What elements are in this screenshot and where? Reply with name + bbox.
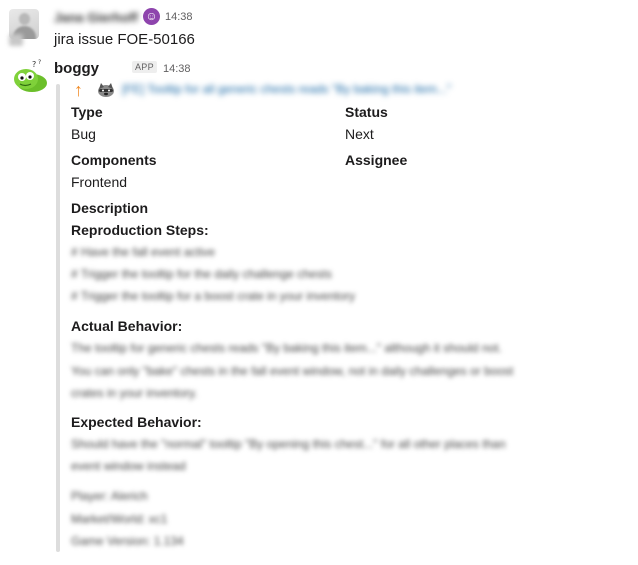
attachment-bar — [56, 84, 60, 552]
meta-line: Game Version: 1.134 — [71, 534, 184, 548]
actual-behavior-line: crates in your inventory. — [71, 386, 198, 400]
priority-up-arrow-icon: ↑ — [74, 80, 83, 100]
svg-text:?: ? — [38, 59, 41, 66]
components-label: Components — [71, 152, 157, 168]
type-label: Type — [71, 104, 103, 120]
reproduction-step: # Trigger the tooltip for the daily chal… — [71, 267, 332, 281]
description-label: Description — [71, 200, 149, 216]
message-prefix-icons — [9, 33, 47, 47]
sender-name[interactable]: Jana Gierhoff — [54, 10, 138, 25]
actual-behavior-line: The tooltip for generic chests reads "By… — [71, 341, 502, 355]
message-text: jira issue FOE-50166 — [54, 31, 195, 48]
reproduction-step: # Trigger the tooltip for a boost crate … — [71, 289, 356, 303]
devil-emoji-icon: ☺ — [143, 8, 160, 25]
raccoon-icon — [98, 83, 114, 97]
meta-line: Player: Alerich — [71, 489, 148, 503]
status-label: Status — [345, 104, 388, 120]
reproduction-step: # Have the fall event active — [71, 245, 216, 259]
expected-behavior-label: Expected Behavior: — [71, 414, 202, 430]
message-jana: Jana Gierhoff ☺ 14:38 jira issue FOE-501… — [0, 0, 638, 52]
bug-avatar-icon[interactable]: ? ? — [10, 59, 48, 93]
timestamp[interactable]: 14:38 — [165, 11, 193, 23]
assignee-label: Assignee — [345, 152, 408, 168]
actual-behavior-label: Actual Behavior: — [71, 318, 183, 334]
timestamp[interactable]: 14:38 — [163, 63, 191, 75]
expected-behavior-line: Should have the "normal" tooltip "By ope… — [71, 437, 506, 451]
components-value: Frontend — [71, 174, 128, 190]
reproduction-label: Reproduction Steps: — [71, 222, 209, 238]
app-badge: APP — [132, 61, 157, 73]
issue-title-link[interactable]: [FE] Tooltip for all generic chests read… — [122, 82, 451, 96]
expected-behavior-line: event window instead — [71, 459, 186, 473]
sender-name[interactable]: boggy — [54, 60, 99, 77]
svg-text:?: ? — [32, 60, 36, 69]
meta-line: Market/World: xc1 — [71, 512, 168, 526]
actual-behavior-line: You can only "bake" chests in the fall e… — [71, 364, 514, 378]
type-value: Bug — [71, 126, 96, 142]
jira-attachment: ↑ [FE] Tooltip for all generic chests re… — [56, 80, 626, 554]
status-value: Next — [345, 126, 374, 142]
